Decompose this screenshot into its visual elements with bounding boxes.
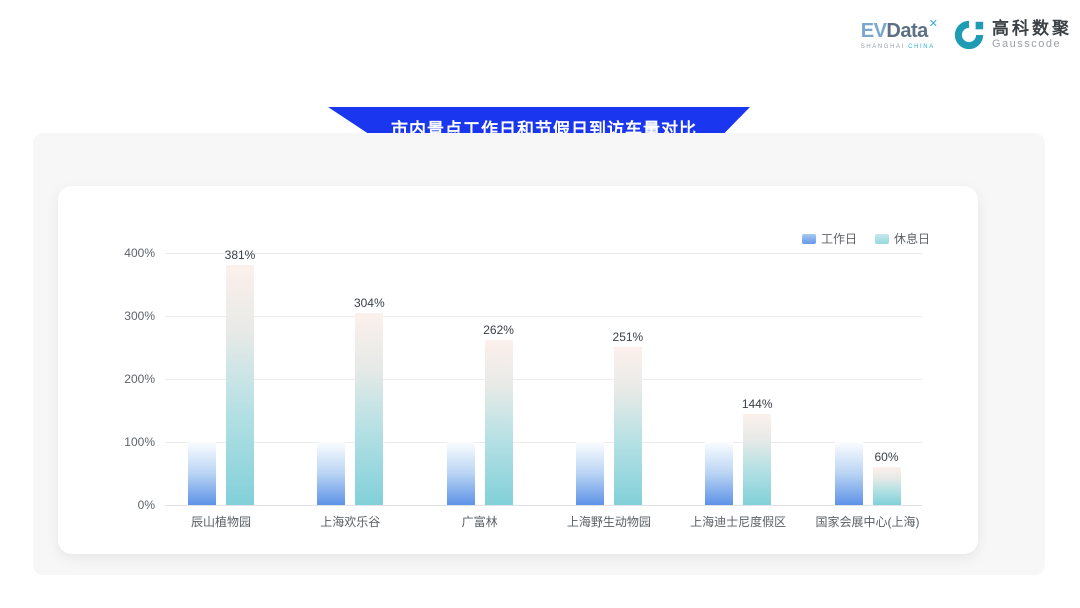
- gridline-100%: [165, 442, 922, 443]
- y-tick-label: 100%: [58, 435, 155, 449]
- bar-工作日-上海欢乐谷: [317, 442, 345, 505]
- chart-legend: 工作日 休息日: [802, 230, 930, 247]
- chart-card: 0% 100% 200% 300% 400% 381% 辰山植物园 304% 上海欢乐谷 262%…: [58, 186, 978, 554]
- bar-工作日-广富林: [447, 442, 475, 505]
- bar-休息日-上海迪士尼度假区: [743, 414, 771, 505]
- category-label-上海野生动物园: 上海野生动物园: [567, 513, 651, 530]
- legend-item-工作日[interactable]: 工作日: [802, 230, 857, 247]
- evdata-logo-data: Data: [886, 20, 927, 43]
- evdata-subtext-right: CHINA: [908, 44, 935, 50]
- value-label-辰山植物园: 381%: [225, 248, 256, 262]
- category-label-广富林: 广富林: [462, 513, 498, 530]
- gridline-200%: [165, 379, 922, 380]
- bar-工作日-国家会展中心(上海): [835, 442, 863, 505]
- y-tick-label: 400%: [58, 246, 155, 260]
- y-tick-label: 200%: [58, 372, 155, 386]
- category-label-辰山植物园: 辰山植物园: [191, 513, 251, 530]
- gausscode-text: 高科数聚 Gausscode: [992, 20, 1072, 51]
- evdata-subtext-left: SHANGHAI: [861, 44, 905, 50]
- gridline-0%: [165, 505, 922, 506]
- bar-休息日-上海野生动物园: [614, 347, 642, 505]
- bar-休息日-辰山植物园: [226, 265, 254, 505]
- evdata-logo: EV Data ✕ SHANGHAI CHINA: [861, 20, 938, 50]
- y-tick-label: 0%: [58, 498, 155, 512]
- value-label-广富林: 262%: [483, 323, 514, 337]
- legend-label-休息日: 休息日: [894, 230, 930, 247]
- value-label-国家会展中心(上海): 60%: [874, 450, 898, 464]
- bar-工作日-辰山植物园: [188, 442, 216, 505]
- bar-休息日-上海欢乐谷: [355, 313, 383, 505]
- value-label-上海迪士尼度假区: 144%: [742, 397, 773, 411]
- gausscode-en: Gausscode: [992, 38, 1072, 50]
- category-label-上海迪士尼度假区: 上海迪士尼度假区: [690, 513, 786, 530]
- gridline-400%: [165, 253, 922, 254]
- bar-休息日-广富林: [485, 340, 513, 505]
- evdata-x-icon: ✕: [929, 17, 938, 30]
- gausscode-logo: 高科数聚 Gausscode: [952, 18, 1072, 52]
- page: EV Data ✕ SHANGHAI CHINA 高科数聚 Gausscode: [0, 0, 1080, 608]
- bar-工作日-上海野生动物园: [576, 442, 604, 505]
- category-label-上海欢乐谷: 上海欢乐谷: [320, 513, 380, 530]
- evdata-logo-subtext: SHANGHAI CHINA: [861, 44, 935, 50]
- legend-label-工作日: 工作日: [821, 230, 857, 247]
- content-panel: 0% 100% 200% 300% 400% 381% 辰山植物园 304% 上海欢乐谷 262%…: [33, 133, 1045, 575]
- header: EV Data ✕ SHANGHAI CHINA 高科数聚 Gausscode: [861, 18, 1072, 52]
- legend-swatch-工作日: [802, 234, 816, 244]
- legend-swatch-休息日: [875, 234, 889, 244]
- gausscode-g-icon: [952, 18, 986, 52]
- gridline-300%: [165, 316, 922, 317]
- bar-工作日-上海迪士尼度假区: [705, 442, 733, 505]
- y-tick-label: 300%: [58, 309, 155, 323]
- legend-item-休息日[interactable]: 休息日: [875, 230, 930, 247]
- category-label-国家会展中心(上海): 国家会展中心(上海): [816, 513, 920, 530]
- value-label-上海野生动物园: 251%: [613, 330, 644, 344]
- gausscode-cn: 高科数聚: [992, 20, 1072, 39]
- bar-休息日-国家会展中心(上海): [873, 467, 901, 505]
- value-label-上海欢乐谷: 304%: [354, 296, 385, 310]
- evdata-logo-ev: EV: [861, 20, 887, 43]
